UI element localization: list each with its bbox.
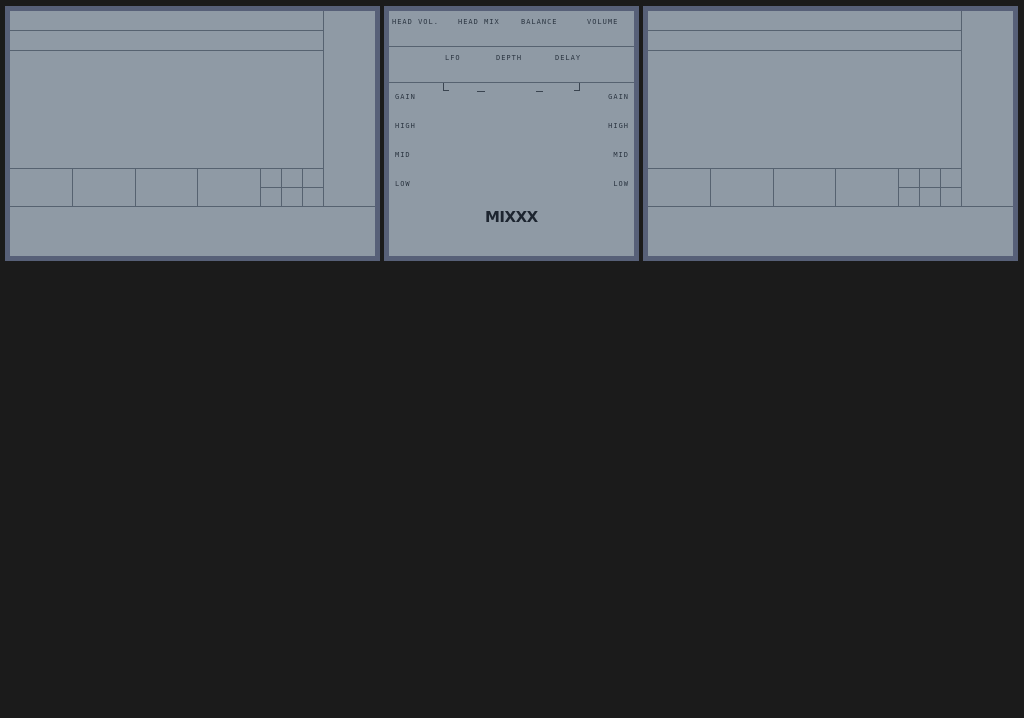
- deck-2-play-button[interactable]: [648, 169, 710, 206]
- deck-2-cue-button[interactable]: [711, 169, 773, 206]
- mixer-top-divider: [389, 46, 634, 47]
- deck-2-waveform[interactable]: [648, 51, 961, 168]
- mixxx-skin-window: { "app": { "logo": "MIXXX" }, "mixer": {…: [0, 0, 1024, 718]
- head-vol-label: HEAD VOL.: [392, 18, 439, 26]
- deck-2-pitch-slider[interactable]: [962, 11, 1013, 206]
- volume-label: VOLUME: [587, 18, 619, 26]
- deck-1-play-button[interactable]: [10, 169, 72, 206]
- deck-1-back-button[interactable]: [136, 169, 197, 206]
- right-dash: [536, 91, 543, 92]
- deck-2-high-label: HIGH: [608, 122, 629, 130]
- deck-2-gain-label: GAIN: [608, 93, 629, 101]
- deck-2-forward-button[interactable]: [836, 169, 898, 206]
- left-bracket-vertical: [443, 83, 444, 90]
- mixxx-logo: MIXXX: [485, 208, 538, 226]
- mixer-face: HEAD VOL. HEAD MIX BALANCE VOLUME LFO DE…: [389, 11, 634, 256]
- deck-1-panel: [5, 6, 380, 261]
- left-dash: [477, 91, 485, 92]
- deck-1-title-row-divider: [10, 30, 323, 31]
- depth-label: DEPTH: [496, 54, 523, 62]
- deck-2-low-label: LOW: [613, 180, 629, 188]
- deck-1-gain-label: GAIN: [395, 93, 416, 101]
- deck-1-low-label: LOW: [395, 180, 411, 188]
- right-bracket-horizontal: [574, 90, 580, 91]
- deck-2-panel: [643, 6, 1018, 261]
- mixer-flanger-divider: [389, 82, 634, 83]
- right-bracket-vertical: [579, 83, 580, 90]
- lfo-label: LFO: [445, 54, 461, 62]
- head-mix-label: HEAD MIX: [458, 18, 500, 26]
- deck-1-pitch-slider[interactable]: [324, 11, 375, 206]
- deck-1-small-button-divider: [260, 187, 323, 188]
- deck-2-face: [648, 11, 1013, 256]
- deck-1-mid-label: MID: [395, 151, 411, 159]
- deck-1-forward-button[interactable]: [198, 169, 260, 206]
- deck-1-face: [10, 11, 375, 256]
- deck-2-small-button-divider: [898, 187, 961, 188]
- deck-2-mid-label: MID: [613, 151, 629, 159]
- left-bracket-horizontal: [443, 90, 449, 91]
- deck-2-back-button[interactable]: [774, 169, 835, 206]
- deck-1-cue-button[interactable]: [73, 169, 135, 206]
- deck-1-waveform[interactable]: [10, 51, 323, 168]
- deck-1-overview[interactable]: [10, 207, 375, 256]
- mixer-panel: HEAD VOL. HEAD MIX BALANCE VOLUME LFO DE…: [384, 6, 639, 261]
- deck-2-title-row-divider: [648, 30, 961, 31]
- deck-1-high-label: HIGH: [395, 122, 416, 130]
- balance-label: BALANCE: [521, 18, 558, 26]
- deck-2-overview[interactable]: [648, 207, 1013, 256]
- delay-label: DELAY: [555, 54, 582, 62]
